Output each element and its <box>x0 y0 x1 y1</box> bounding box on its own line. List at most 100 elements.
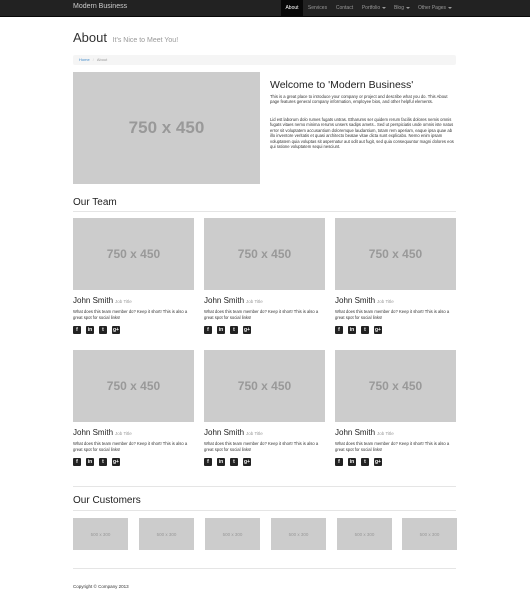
twitter-icon[interactable]: t <box>99 326 107 334</box>
social-links: f in t g+ <box>204 458 251 466</box>
team-member-job: Job Title <box>377 431 394 436</box>
breadcrumb-home[interactable]: Home <box>79 57 90 62</box>
page-subtitle: It's Nice to Meet You! <box>112 37 179 44</box>
customer-logo: 500 x 300 <box>205 518 260 550</box>
breadcrumb-separator: / <box>92 57 94 62</box>
team-member-image: 750 x 450 <box>335 350 456 422</box>
nav-portfolio[interactable]: Portfolio <box>358 0 390 17</box>
team-member-bio: What does this team member do? Keep it s… <box>204 309 319 320</box>
customer-logo: 500 x 300 <box>402 518 457 550</box>
team-member-name-text: John Smith <box>204 296 245 305</box>
google-plus-icon[interactable]: g+ <box>243 326 251 334</box>
google-plus-icon[interactable]: g+ <box>112 458 120 466</box>
nav-other-pages-label: Other Pages <box>417 5 447 11</box>
twitter-icon[interactable]: t <box>99 458 107 466</box>
customer-logo: 500 x 300 <box>337 518 392 550</box>
facebook-icon[interactable]: f <box>204 326 212 334</box>
team-member-name-text: John Smith <box>73 428 114 437</box>
linkedin-icon[interactable]: in <box>348 458 356 466</box>
team-member-image: 750 x 450 <box>73 218 194 290</box>
facebook-icon[interactable]: f <box>204 458 212 466</box>
team-member-bio: What does this team member do? Keep it s… <box>335 309 450 320</box>
social-links: f in t g+ <box>335 458 382 466</box>
team-member-image: 750 x 450 <box>204 218 325 290</box>
page-title: About It's Nice to Meet You! <box>73 30 178 45</box>
facebook-icon[interactable]: f <box>73 326 81 334</box>
team-member-bio: What does this team member do? Keep it s… <box>335 441 450 452</box>
chevron-down-icon <box>382 6 387 9</box>
team-member-bio: What does this team member do? Keep it s… <box>73 441 188 452</box>
customer-logo: 500 x 300 <box>139 518 194 550</box>
facebook-icon[interactable]: f <box>73 458 81 466</box>
nav-blog[interactable]: Blog <box>391 0 413 17</box>
divider <box>73 486 456 487</box>
nav-portfolio-label: Portfolio <box>361 5 381 11</box>
twitter-icon[interactable]: t <box>361 458 369 466</box>
team-member-name-text: John Smith <box>73 296 114 305</box>
team-member-name: John Smith Job Title <box>73 296 132 305</box>
social-links: f in t g+ <box>335 326 382 334</box>
nav-contact[interactable]: Contact <box>332 0 357 17</box>
twitter-icon[interactable]: t <box>361 326 369 334</box>
team-heading: Our Team <box>73 197 117 208</box>
team-member-job: Job Title <box>377 299 394 304</box>
breadcrumb-current: About <box>96 57 108 62</box>
team-member-name-text: John Smith <box>204 428 245 437</box>
twitter-icon[interactable]: t <box>230 458 238 466</box>
team-member-job: Job Title <box>246 299 263 304</box>
chevron-down-icon <box>448 6 453 9</box>
facebook-icon[interactable]: f <box>335 458 343 466</box>
linkedin-icon[interactable]: in <box>348 326 356 334</box>
team-member-bio: What does this team member do? Keep it s… <box>73 309 188 320</box>
team-member-image: 750 x 450 <box>204 350 325 422</box>
google-plus-icon[interactable]: g+ <box>374 326 382 334</box>
linkedin-icon[interactable]: in <box>217 326 225 334</box>
google-plus-icon[interactable]: g+ <box>112 326 120 334</box>
linkedin-icon[interactable]: in <box>86 458 94 466</box>
linkedin-icon[interactable]: in <box>217 458 225 466</box>
divider <box>73 211 456 212</box>
team-member-image: 750 x 450 <box>335 218 456 290</box>
intro-paragraph-1: This is a great place to introduce your … <box>270 94 448 105</box>
footer-copyright: Copyright © Company 2013 <box>73 584 129 589</box>
breadcrumb: Home / About <box>73 55 456 65</box>
team-member-job: Job Title <box>115 431 132 436</box>
nav-services[interactable]: Services <box>304 0 331 17</box>
navbar-brand[interactable]: Modern Business <box>73 3 127 10</box>
divider <box>73 510 456 511</box>
welcome-title: Welcome to 'Modern Business' <box>270 79 414 91</box>
nav-services-label: Services <box>307 5 328 11</box>
social-links: f in t g+ <box>204 326 251 334</box>
team-member-name: John Smith Job Title <box>335 428 394 437</box>
intro-image: 750 x 450 <box>73 72 260 184</box>
team-member-job: Job Title <box>115 299 132 304</box>
nav-other-pages[interactable]: Other Pages <box>414 0 456 17</box>
nav-about-label: About <box>285 5 299 11</box>
page-title-text: About <box>73 30 107 45</box>
linkedin-icon[interactable]: in <box>86 326 94 334</box>
nav-about[interactable]: About <box>281 0 303 17</box>
nav-blog-label: Blog <box>393 5 404 11</box>
team-member-bio: What does this team member do? Keep it s… <box>204 441 319 452</box>
google-plus-icon[interactable]: g+ <box>374 458 382 466</box>
team-member-job: Job Title <box>246 431 263 436</box>
team-member-name: John Smith Job Title <box>335 296 394 305</box>
team-member-name: John Smith Job Title <box>204 428 263 437</box>
customer-logo: 500 x 300 <box>73 518 128 550</box>
customers-heading: Our Customers <box>73 495 141 506</box>
customer-logo: 500 x 300 <box>271 518 326 550</box>
twitter-icon[interactable]: t <box>230 326 238 334</box>
team-member-name: John Smith Job Title <box>73 428 132 437</box>
team-member-name-text: John Smith <box>335 428 376 437</box>
team-member-name-text: John Smith <box>335 296 376 305</box>
chevron-down-icon <box>406 6 410 9</box>
social-links: f in t g+ <box>73 326 120 334</box>
intro-paragraph-2: Lid est laborum dolo rumes fugats untras… <box>270 117 454 150</box>
facebook-icon[interactable]: f <box>335 326 343 334</box>
team-member-image: 750 x 450 <box>73 350 194 422</box>
divider <box>73 568 456 569</box>
google-plus-icon[interactable]: g+ <box>243 458 251 466</box>
nav-contact-label: Contact <box>335 5 354 11</box>
team-member-name: John Smith Job Title <box>204 296 263 305</box>
social-links: f in t g+ <box>73 458 120 466</box>
